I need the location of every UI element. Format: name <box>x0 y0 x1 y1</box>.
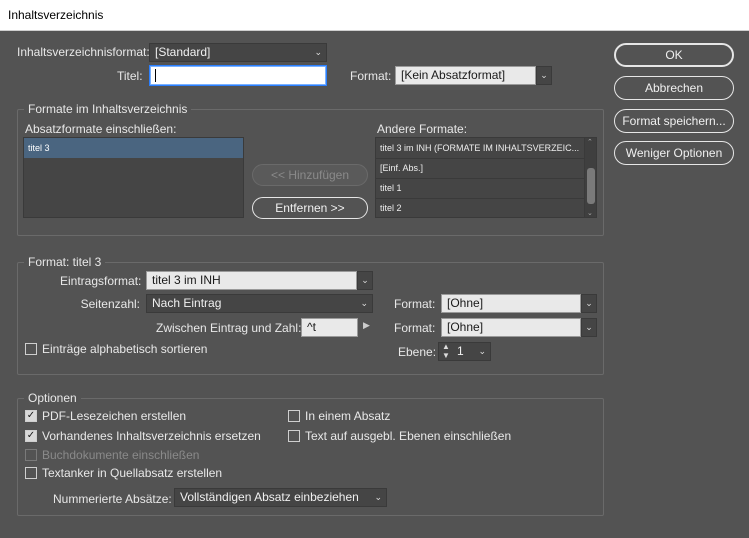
caret-right-icon[interactable]: ▶ <box>363 320 370 331</box>
ok-button[interactable]: OK <box>614 43 734 67</box>
page-number-dropdown[interactable]: Nach Eintrag ⌄ <box>146 294 373 313</box>
cancel-button[interactable]: Abbrechen <box>614 76 734 100</box>
list-item[interactable]: titel 3 im INH (FORMATE IM INHALTSVERZEI… <box>376 138 584 159</box>
list-item-label: titel 1 <box>380 183 402 193</box>
page-number-format-dropdown[interactable]: [Ohne] <box>441 294 581 313</box>
title-input[interactable] <box>150 66 326 85</box>
page-number-format-value: [Ohne] <box>447 296 484 310</box>
text-cursor <box>155 69 156 83</box>
toc-styles-group-title: Formate im Inhaltsverzeichnis <box>24 102 192 116</box>
numbered-paragraphs-value: Vollständigen Absatz einbeziehen <box>180 490 359 504</box>
checkmark-icon: ✓ <box>26 430 36 441</box>
title-format-chevron[interactable]: ⌄ <box>536 66 552 85</box>
list-item[interactable]: titel 1 <box>376 178 584 199</box>
text-anchor-checkbox[interactable] <box>25 467 37 479</box>
include-styles-label: Absatzformate einschließen: <box>25 122 177 136</box>
chevron-down-icon: ⌄ <box>585 298 593 308</box>
sort-alphabetically-label: Einträge alphabetisch sortieren <box>42 342 208 356</box>
entry-format-value: titel 3 im INH <box>152 273 221 287</box>
entry-format-dropdown[interactable]: titel 3 im INH <box>146 271 357 290</box>
list-item-label: titel 3 <box>28 143 50 153</box>
stepper-arrows-icon[interactable]: ▲ ▼ <box>442 343 450 360</box>
between-entry-label: Zwischen Eintrag und Zahl: <box>156 321 302 335</box>
chevron-down-icon: ⌄ <box>374 492 382 502</box>
fewer-options-button[interactable]: Weniger Optionen <box>614 141 734 165</box>
sort-alphabetically-checkbox[interactable] <box>25 343 37 355</box>
entry-format-chevron[interactable]: ⌄ <box>357 271 373 290</box>
toc-format-dropdown[interactable]: [Standard] ⌄ <box>149 43 327 62</box>
level-stepper[interactable]: ▲ ▼ 1 ⌄ <box>438 342 491 361</box>
add-button[interactable]: << Hinzufügen <box>252 164 368 186</box>
list-item[interactable]: titel 3 <box>24 138 243 158</box>
level-value: 1 <box>457 344 464 358</box>
chevron-down-icon: ⌄ <box>585 322 593 332</box>
between-entry-value: ^t <box>307 320 316 334</box>
style-format-group-title: Format: titel 3 <box>24 255 106 269</box>
other-styles-list[interactable]: titel 3 im INH (FORMATE IM INHALTSVERZEI… <box>375 137 597 218</box>
window-title: Inhaltsverzeichnis <box>0 0 749 31</box>
page-number-format-chevron[interactable]: ⌄ <box>581 294 597 313</box>
checkmark-icon: ✓ <box>26 410 36 421</box>
toc-dialog: Inhaltsverzeichnisformat: [Standard] ⌄ T… <box>0 31 749 538</box>
page-number-value: Nach Eintrag <box>152 296 222 310</box>
text-anchor-label: Textanker in Quellabsatz erstellen <box>42 466 223 480</box>
level-label: Ebene: <box>398 345 437 359</box>
include-styles-list[interactable]: titel 3 <box>23 137 244 218</box>
replace-toc-checkbox[interactable]: ✓ <box>25 430 37 442</box>
between-format-value: [Ohne] <box>447 320 484 334</box>
between-format-label: Format: <box>394 321 436 335</box>
hidden-layers-checkbox[interactable] <box>288 430 300 442</box>
scrollbar-thumb[interactable] <box>587 168 595 204</box>
chevron-down-icon: ⌄ <box>587 210 593 217</box>
chevron-down-icon: ⌄ <box>360 298 368 308</box>
between-format-dropdown[interactable]: [Ohne] <box>441 318 581 337</box>
chevron-down-icon: ⌄ <box>314 47 322 57</box>
replace-toc-label: Vorhandenes Inhaltsverzeichnis ersetzen <box>42 429 261 443</box>
list-item[interactable]: [Einf. Abs.] <box>376 158 584 179</box>
options-group-title: Optionen <box>24 391 81 405</box>
chevron-up-icon: ⌃ <box>587 139 593 146</box>
other-styles-scrollbar[interactable]: ⌃ ⌄ <box>584 138 596 217</box>
book-docs-checkbox[interactable] <box>25 449 37 461</box>
entry-format-label: Eintragsformat: <box>60 274 142 288</box>
pdf-bookmarks-label: PDF-Lesezeichen erstellen <box>42 409 187 423</box>
numbered-paragraphs-label: Nummerierte Absätze: <box>53 492 172 506</box>
other-styles-label: Andere Formate: <box>377 122 468 136</box>
between-entry-input[interactable]: ^t <box>301 318 358 337</box>
hidden-layers-label: Text auf ausgebl. Ebenen einschließen <box>305 429 512 443</box>
page-number-label: Seitenzahl: <box>80 297 140 311</box>
chevron-down-icon: ⌄ <box>540 70 548 80</box>
title-format-label: Format: <box>350 69 392 83</box>
one-paragraph-label: In einem Absatz <box>305 409 391 423</box>
list-item[interactable]: titel 2 <box>376 198 584 217</box>
pdf-bookmarks-checkbox[interactable]: ✓ <box>25 410 37 422</box>
title-format-value: [Kein Absatzformat] <box>401 68 506 82</box>
remove-button[interactable]: Entfernen >> <box>252 197 368 219</box>
one-paragraph-checkbox[interactable] <box>288 410 300 422</box>
book-docs-label: Buchdokumente einschließen <box>42 448 200 462</box>
toc-format-label: Inhaltsverzeichnisformat: <box>17 45 150 59</box>
save-format-button[interactable]: Format speichern... <box>614 109 734 133</box>
page-number-format-label: Format: <box>394 297 436 311</box>
title-label: Titel: <box>117 69 143 83</box>
list-item-label: titel 3 im INH (FORMATE IM INHALTSVERZEI… <box>380 143 580 153</box>
title-format-dropdown[interactable]: [Kein Absatzformat] <box>395 66 536 85</box>
list-item-label: titel 2 <box>380 203 402 213</box>
between-format-chevron[interactable]: ⌄ <box>581 318 597 337</box>
list-item-label: [Einf. Abs.] <box>380 163 424 173</box>
chevron-down-icon: ⌄ <box>361 275 369 285</box>
chevron-down-icon: ⌄ <box>478 346 486 356</box>
toc-format-value: [Standard] <box>155 45 211 59</box>
numbered-paragraphs-dropdown[interactable]: Vollständigen Absatz einbeziehen ⌄ <box>174 488 387 507</box>
